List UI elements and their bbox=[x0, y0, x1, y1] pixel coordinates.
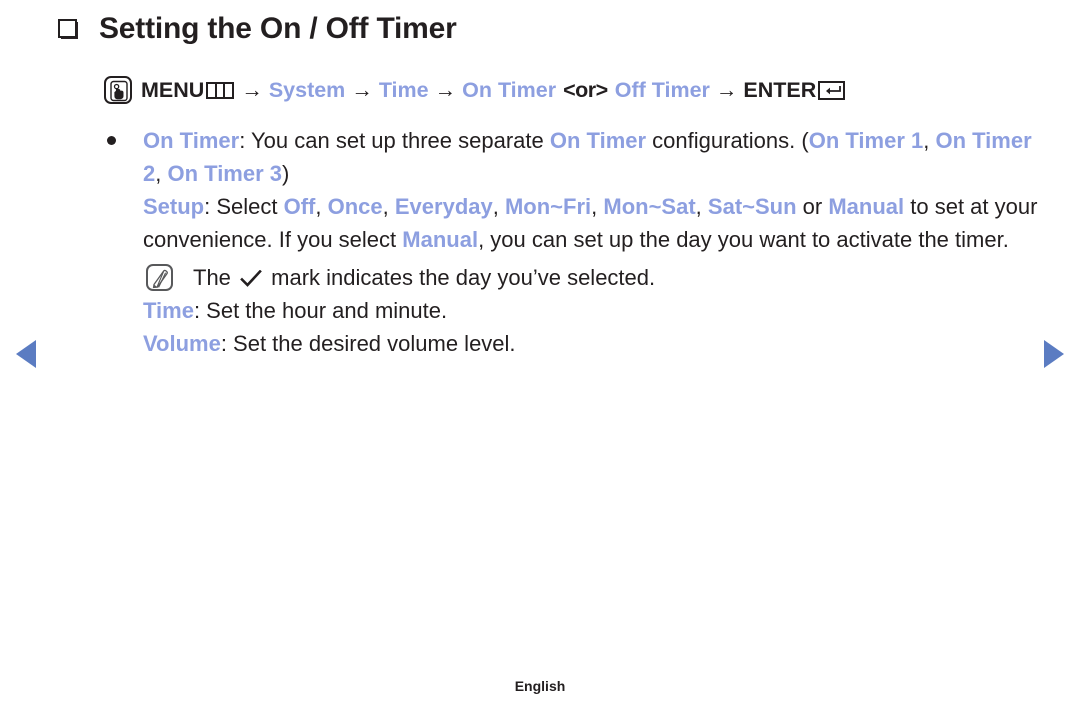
enter-return-icon bbox=[818, 80, 846, 100]
previous-page-arrow[interactable] bbox=[16, 340, 36, 368]
path-step-system: System bbox=[268, 78, 346, 102]
on-timer-close-paren: ) bbox=[282, 161, 290, 186]
setup-option-mon-sat: Mon~Sat bbox=[603, 194, 696, 219]
setup-sep-4: , bbox=[591, 194, 604, 219]
path-or-tag: <or> bbox=[563, 78, 608, 102]
path-step-on-timer: On Timer bbox=[462, 78, 557, 102]
setup-option-mon-fri: Mon~Fri bbox=[504, 194, 592, 219]
on-timer-variant-1: On Timer 1 bbox=[808, 128, 924, 153]
volume-paragraph: Volume: Set the desired volume level. bbox=[143, 327, 1044, 360]
setup-text-3: , you can set up the day you want to act… bbox=[478, 227, 1009, 252]
path-step-time: Time bbox=[378, 78, 429, 102]
path-arrow-4: → bbox=[715, 78, 738, 102]
page-title: Setting the On / Off Timer bbox=[99, 12, 457, 45]
time-text: : Set the hour and minute. bbox=[193, 298, 448, 323]
setup-option-off: Off bbox=[283, 194, 316, 219]
on-timer-label: On Timer bbox=[143, 128, 240, 153]
note-text-1: The bbox=[193, 265, 238, 290]
path-arrow-3: → bbox=[434, 78, 457, 102]
enter-label: ENTER bbox=[743, 78, 817, 102]
hand-press-button-icon bbox=[104, 76, 132, 104]
setup-sep-1: , bbox=[315, 194, 328, 219]
time-label: Time bbox=[143, 298, 194, 323]
setup-option-manual: Manual bbox=[828, 194, 905, 219]
on-timer-bullet-row: On Timer: You can set up three separate … bbox=[104, 124, 1044, 190]
menu-path-breadcrumb: MENU → System → Time → On Timer <or> Off… bbox=[104, 76, 846, 104]
on-timer-comma-2: , bbox=[155, 161, 168, 186]
time-paragraph: Time: Set the hour and minute. bbox=[143, 294, 1044, 327]
path-arrow-2: → bbox=[351, 78, 373, 102]
setup-text-1: : Select bbox=[204, 194, 284, 219]
on-timer-text-1: : You can set up three separate bbox=[239, 128, 550, 153]
note-text: The mark indicates the day you’ve select… bbox=[193, 261, 1044, 294]
on-timer-comma-1: , bbox=[923, 128, 936, 153]
next-page-arrow[interactable] bbox=[1044, 340, 1064, 368]
bullet-dot-icon bbox=[107, 136, 116, 145]
setup-sep-5: , bbox=[695, 194, 708, 219]
setup-text-or: or bbox=[796, 194, 829, 219]
menu-label: MENU bbox=[141, 78, 205, 102]
content-body: On Timer: You can set up three separate … bbox=[104, 124, 1044, 360]
on-timer-text-2: configurations. ( bbox=[646, 128, 809, 153]
title-bullet-square-icon bbox=[58, 18, 79, 40]
setup-sep-2: , bbox=[382, 194, 395, 219]
footer-language-label: English bbox=[514, 678, 566, 694]
setup-option-manual-2: Manual bbox=[402, 227, 479, 252]
path-step-off-timer: Off Timer bbox=[614, 78, 710, 102]
on-timer-label-inline: On Timer bbox=[549, 128, 647, 153]
menu-grid-icon bbox=[206, 81, 235, 99]
setup-option-once: Once bbox=[327, 194, 383, 219]
note-text-2: mark indicates the day you’ve selected. bbox=[265, 265, 656, 290]
volume-label: Volume bbox=[143, 331, 221, 356]
check-mark-icon bbox=[240, 270, 262, 288]
setup-paragraph: Setup: Select Off, Once, Everyday, Mon~F… bbox=[143, 190, 1044, 256]
setup-label: Setup bbox=[143, 194, 205, 219]
note-pencil-icon bbox=[146, 264, 173, 291]
setup-option-sat-sun: Sat~Sun bbox=[707, 194, 797, 219]
note-row: The mark indicates the day you’ve select… bbox=[143, 261, 1044, 294]
on-timer-variant-3: On Timer 3 bbox=[167, 161, 283, 186]
setup-sep-3: , bbox=[492, 194, 505, 219]
setup-option-everyday: Everyday bbox=[394, 194, 493, 219]
page-title-row: Setting the On / Off Timer bbox=[58, 12, 457, 46]
volume-text: : Set the desired volume level. bbox=[220, 331, 516, 356]
path-arrow-1: → bbox=[241, 78, 263, 102]
on-timer-paragraph: On Timer: You can set up three separate … bbox=[143, 124, 1044, 190]
